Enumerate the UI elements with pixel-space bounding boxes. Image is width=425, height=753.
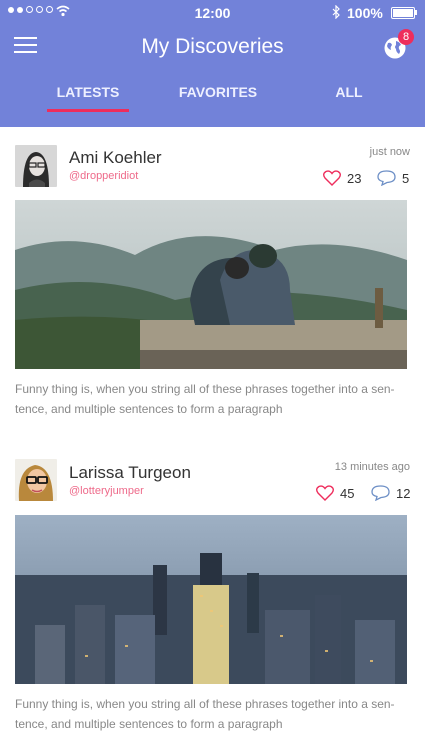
app-header: 12:00 100% My Discoveries 8 LATESTS FAVO…	[0, 0, 425, 127]
post-card: Larissa Turgeon @lotteryjumper 13 minute…	[0, 443, 425, 753]
tab-all[interactable]: ALL	[330, 84, 368, 100]
post-photo[interactable]	[15, 515, 407, 684]
like-button[interactable]: 45	[316, 485, 354, 501]
like-count: 45	[340, 485, 355, 501]
avatar[interactable]	[15, 145, 57, 187]
comment-count: 5	[402, 170, 410, 186]
tab-favorites[interactable]: FAVORITES	[178, 84, 258, 100]
heart-icon	[323, 170, 341, 186]
notification-badge: 8	[398, 29, 414, 45]
post-caption: Funny thing is, when you string all of t…	[15, 382, 395, 416]
post-photo[interactable]	[15, 200, 407, 369]
status-bar: 12:00 100%	[0, 0, 425, 26]
comment-button[interactable]: 5	[377, 170, 409, 186]
heart-icon	[316, 485, 334, 501]
post-author-name[interactable]: Larissa Turgeon	[69, 463, 191, 483]
active-tab-indicator	[47, 109, 129, 112]
post-timestamp: 13 minutes ago	[334, 461, 410, 473]
tab-latests[interactable]: LATESTS	[47, 84, 129, 100]
like-button[interactable]: 23	[323, 170, 361, 186]
avatar[interactable]	[15, 459, 57, 501]
page-title: My Discoveries	[141, 35, 284, 58]
battery-icon	[391, 7, 415, 19]
comment-icon	[377, 170, 396, 186]
like-count: 23	[347, 170, 362, 186]
tab-bar: LATESTS FAVORITES ALL	[0, 84, 425, 114]
comment-icon	[371, 485, 390, 501]
post-caption: Funny thing is, when you string all of t…	[15, 697, 395, 731]
post-timestamp: just now	[369, 146, 410, 158]
post-card: Ami Koehler @dropperidiot just now 23 5 …	[0, 127, 425, 437]
post-author-handle[interactable]: @dropperidiot	[69, 170, 138, 182]
comment-button[interactable]: 12	[371, 485, 410, 501]
bluetooth-icon	[332, 5, 340, 19]
post-author-handle[interactable]: @lotteryjumper	[69, 485, 144, 497]
battery-percentage: 100%	[347, 5, 383, 21]
comment-count: 12	[396, 485, 411, 501]
post-author-name[interactable]: Ami Koehler	[69, 148, 162, 168]
